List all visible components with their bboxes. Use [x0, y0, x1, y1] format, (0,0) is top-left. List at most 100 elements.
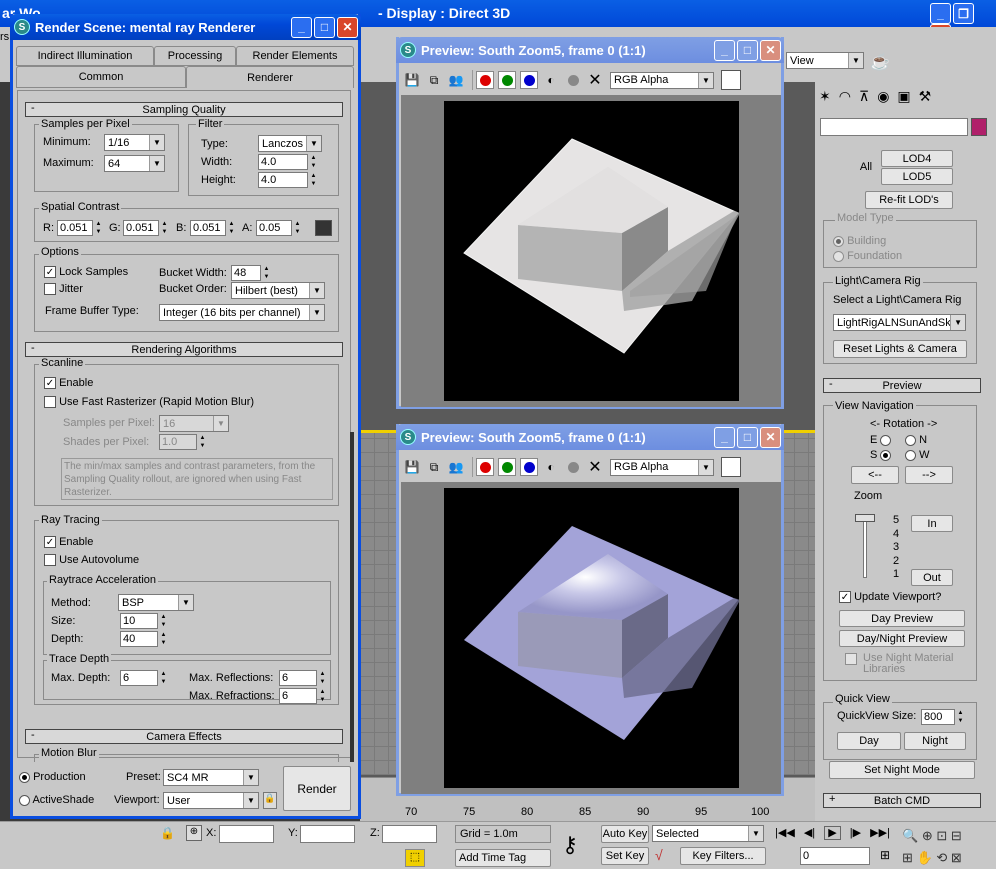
refit-lods-button[interactable]: Re-fit LOD's [865, 191, 953, 209]
tab-processing[interactable]: Processing [154, 46, 236, 66]
filter-width-spinner[interactable]: ▲ ▼ [309, 154, 318, 170]
bucket-width-field[interactable]: 48 [231, 265, 261, 281]
preview2-color-swatch[interactable] [721, 457, 741, 477]
preview2-channel-dropdown[interactable]: RGB Alpha ▼ [610, 458, 714, 476]
alpha-channel-icon[interactable]: ◐ [542, 458, 560, 476]
preset-dropdown[interactable]: SC4 MR ▼ [163, 769, 259, 786]
monochrome-icon[interactable] [564, 71, 582, 89]
key-mode-icon[interactable]: √ [655, 847, 663, 863]
rotate-right-button[interactable]: --> [905, 466, 953, 484]
raytrace-enable-checkbox[interactable]: ✓ Enable [44, 536, 93, 549]
copy-image-icon[interactable]: ⧉ [425, 458, 443, 476]
viewport-dropdown[interactable]: User ▼ [163, 792, 259, 809]
foundation-radio[interactable]: Foundation [833, 250, 902, 262]
zoom-slider-track[interactable] [863, 514, 867, 578]
contrast-r-field[interactable]: 0.051 [57, 220, 93, 236]
zoom-extents-icon[interactable]: ⊡ [936, 828, 947, 843]
production-radio[interactable]: Production [19, 771, 86, 783]
max-depth-spinner[interactable]: ▲ ▼ [159, 670, 168, 686]
hierarchy-tab-icon[interactable]: ⊼ [859, 88, 877, 104]
goto-start-icon[interactable]: |◀◀ [775, 827, 795, 839]
save-image-icon[interactable]: 💾 [403, 71, 421, 89]
filter-height-spinner[interactable]: ▲ ▼ [309, 172, 318, 188]
lock-samples-checkbox[interactable]: ✓ Lock Samples [44, 266, 128, 279]
clone-window-icon[interactable]: 👥 [447, 458, 465, 476]
bucket-width-spinner[interactable]: ▲ ▼ [262, 265, 271, 281]
bucket-order-dropdown[interactable]: Hilbert (best) ▼ [231, 282, 325, 299]
clear-icon[interactable]: ✕ [586, 458, 604, 476]
preview2-maximize-button[interactable]: □ [737, 426, 758, 448]
red-channel-icon[interactable] [476, 71, 494, 89]
contrast-color-swatch[interactable] [315, 220, 332, 236]
goto-end-icon[interactable]: ▶▶| [870, 827, 890, 839]
accel-depth-field[interactable]: 40 [120, 631, 158, 647]
region-zoom-icon[interactable]: ⊞ [902, 850, 913, 865]
pan-icon[interactable]: ✋ [917, 850, 933, 865]
current-frame-field[interactable]: 0 [800, 847, 870, 865]
lock-selection-icon[interactable]: 🔒 [160, 826, 175, 840]
frame-buffer-type-dropdown[interactable]: Integer (16 bits per channel) ▼ [159, 304, 325, 321]
key-icon[interactable]: ⚷ [562, 832, 578, 858]
daynight-preview-button[interactable]: Day/Night Preview [839, 630, 965, 647]
y-coordinate-field[interactable] [300, 825, 355, 843]
contrast-a-spinner[interactable]: ▲ ▼ [293, 220, 302, 236]
camera-effects-header[interactable]: - Camera Effects [25, 729, 343, 744]
accel-size-spinner[interactable]: ▲ ▼ [159, 613, 168, 629]
filter-type-dropdown[interactable]: Lanczos ▼ [258, 135, 322, 152]
preview2-close-button[interactable]: ✕ [760, 426, 781, 448]
max-refractions-spinner[interactable]: ▲ ▼ [318, 688, 327, 704]
max-reflections-field[interactable]: 6 [279, 670, 317, 686]
motion-tab-icon[interactable]: ◉ [877, 88, 897, 104]
contrast-r-spinner[interactable]: ▲ ▼ [94, 220, 103, 236]
teapot-icon[interactable]: ☕ [870, 52, 890, 72]
set-key-button[interactable]: Set Key [601, 847, 649, 865]
play-icon[interactable]: ▶ [824, 826, 841, 840]
copy-image-icon[interactable]: ⧉ [425, 71, 443, 89]
main-minimize-button[interactable]: _ [930, 3, 951, 24]
monochrome-icon[interactable] [564, 458, 582, 476]
contrast-b-spinner[interactable]: ▲ ▼ [227, 220, 236, 236]
auto-key-button[interactable]: Auto Key [601, 825, 649, 843]
fast-samples-dropdown[interactable]: 16 ▼ [159, 415, 229, 432]
zoom-icon[interactable]: 🔍 [902, 828, 918, 843]
time-config-icon[interactable]: ⊞ [880, 848, 890, 862]
key-filters-button[interactable]: Key Filters... [680, 847, 766, 865]
contrast-g-spinner[interactable]: ▲ ▼ [160, 220, 169, 236]
prev-frame-icon[interactable]: ◀| [804, 827, 815, 839]
max-refractions-field[interactable]: 6 [279, 688, 317, 704]
next-frame-icon[interactable]: |▶ [850, 827, 861, 839]
preview1-channel-dropdown[interactable]: RGB Alpha ▼ [610, 71, 714, 89]
save-image-icon[interactable]: 💾 [403, 458, 421, 476]
scanline-enable-checkbox[interactable]: ✓ Enable [44, 377, 93, 390]
minimum-dropdown[interactable]: 1/16 ▼ [104, 134, 165, 151]
object-name-field[interactable] [820, 118, 968, 136]
contrast-a-field[interactable]: 0.05 [256, 220, 292, 236]
night-button[interactable]: Night [904, 732, 966, 750]
rs-close-button[interactable]: ✕ [337, 16, 358, 38]
zoom-slider-handle[interactable] [855, 514, 875, 522]
maximize-viewport-icon[interactable]: ⊠ [951, 850, 962, 865]
lod4-button[interactable]: LOD4 [881, 150, 953, 167]
rotate-left-button[interactable]: <-- [851, 466, 899, 484]
tab-render-elements[interactable]: Render Elements [236, 46, 354, 66]
direction-w-radio[interactable]: W [905, 449, 929, 461]
preview2-minimize-button[interactable]: _ [714, 426, 735, 448]
tab-common[interactable]: Common [16, 66, 186, 88]
filter-height-field[interactable]: 4.0 [258, 172, 308, 188]
quickview-size-field[interactable]: 800 [921, 709, 955, 725]
contrast-b-field[interactable]: 0.051 [190, 220, 226, 236]
green-channel-icon[interactable] [498, 71, 516, 89]
viewport-lock-icon[interactable]: 🔒 [263, 792, 277, 809]
update-viewport-checkbox[interactable]: ✓ Update Viewport? [839, 591, 941, 604]
utilities-tab-icon[interactable]: ⚒ [919, 88, 940, 104]
direction-e-radio[interactable]: E [870, 434, 892, 446]
orbit-icon[interactable]: ⟲ [936, 850, 947, 865]
shades-per-pixel-field[interactable]: 1.0 [159, 434, 197, 450]
zoom-out-button[interactable]: Out [911, 569, 953, 586]
lod-all-button[interactable]: All [853, 150, 879, 184]
activeshade-radio[interactable]: ActiveShade [19, 794, 94, 806]
sampling-quality-header[interactable]: - Sampling Quality [25, 102, 343, 117]
transform-type-icon[interactable]: ⊕ [186, 825, 202, 841]
selected-dropdown[interactable]: Selected ▼ [652, 825, 764, 842]
select-object-icon[interactable]: ⬚ [405, 849, 425, 867]
